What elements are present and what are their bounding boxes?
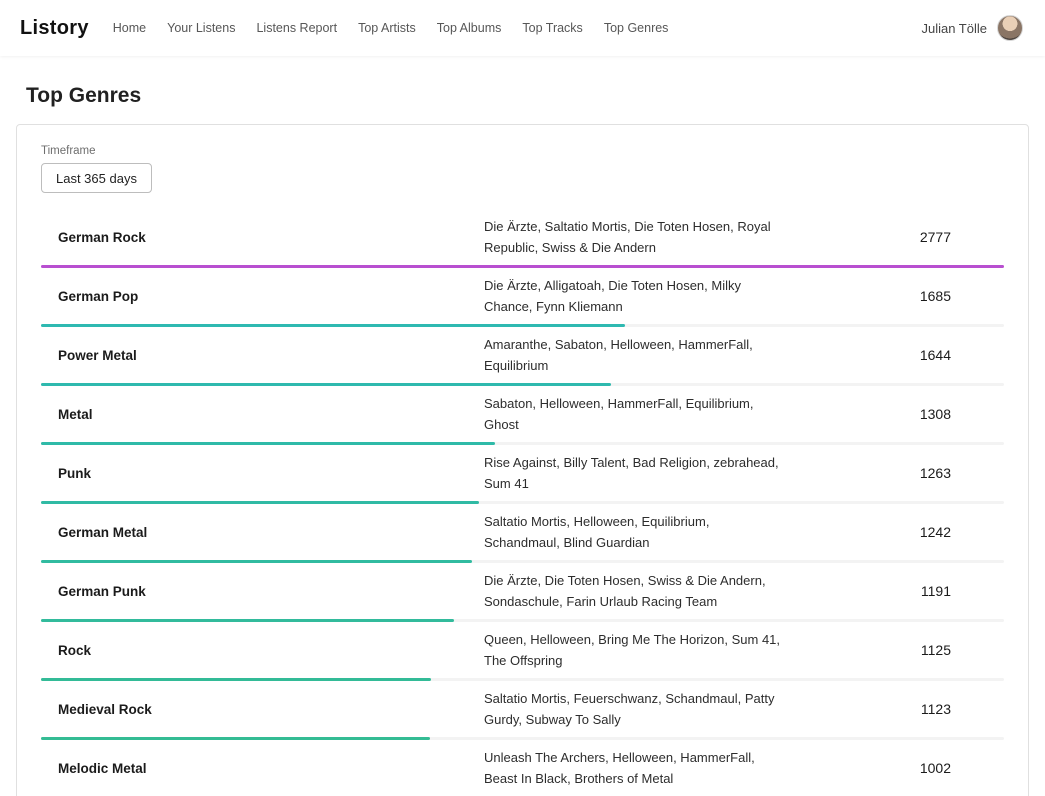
genre-name: German Rock xyxy=(58,230,484,245)
app-header: Listory Home Your Listens Listens Report To… xyxy=(0,0,1045,56)
nav-item-top-genres[interactable]: Top Genres xyxy=(604,21,669,35)
genre-count: 1644 xyxy=(784,347,987,363)
nav-item-top-tracks[interactable]: Top Tracks xyxy=(522,21,582,35)
genre-row: German Punk Die Ärzte, Die Toten Hosen, … xyxy=(41,563,1004,622)
genre-row: German Pop Die Ärzte, Alligatoah, Die To… xyxy=(41,268,1004,327)
timeframe-label: Timeframe xyxy=(41,145,1004,157)
genre-name: Melodic Metal xyxy=(58,761,484,776)
genre-artists: Die Ärzte, Saltatio Mortis, Die Toten Ho… xyxy=(484,216,784,258)
nav-item-top-albums[interactable]: Top Albums xyxy=(437,21,502,35)
genre-row: Metal Sabaton, Helloween, HammerFall, Eq… xyxy=(41,386,1004,445)
app-logo[interactable]: Listory xyxy=(20,17,89,40)
genre-row: Power Metal Amaranthe, Sabaton, Hellowee… xyxy=(41,327,1004,386)
genre-name: German Metal xyxy=(58,525,484,540)
genre-artists: Rise Against, Billy Talent, Bad Religion… xyxy=(484,452,784,494)
genre-artists: Sabaton, Helloween, HammerFall, Equilibr… xyxy=(484,393,784,435)
genre-list: German Rock Die Ärzte, Saltatio Mortis, … xyxy=(41,209,1004,796)
genre-count: 1125 xyxy=(784,642,987,658)
timeframe-select[interactable]: Last 365 days xyxy=(41,163,152,193)
main-nav: Home Your Listens Listens Report Top Artist… xyxy=(113,21,669,35)
genre-count: 2777 xyxy=(784,229,987,245)
genre-artists: Unleash The Archers, Helloween, HammerFa… xyxy=(484,747,784,789)
genre-row: Punk Rise Against, Billy Talent, Bad Rel… xyxy=(41,445,1004,504)
user-name: Julian Tölle xyxy=(921,21,987,36)
nav-item-home[interactable]: Home xyxy=(113,21,146,35)
genre-row: German Rock Die Ärzte, Saltatio Mortis, … xyxy=(41,209,1004,268)
genre-count: 1191 xyxy=(784,583,987,599)
genre-count: 1308 xyxy=(784,406,987,422)
top-genres-card: Timeframe Last 365 days German Rock Die … xyxy=(16,124,1029,796)
genre-artists: Die Ärzte, Die Toten Hosen, Swiss & Die … xyxy=(484,570,784,612)
genre-name: Power Metal xyxy=(58,348,484,363)
genre-name: Punk xyxy=(58,466,484,481)
genre-artists: Saltatio Mortis, Feuerschwanz, Schandmau… xyxy=(484,688,784,730)
genre-count: 1123 xyxy=(784,701,987,717)
genre-name: Rock xyxy=(58,643,484,658)
genre-name: German Pop xyxy=(58,289,484,304)
genre-artists: Amaranthe, Sabaton, Helloween, HammerFal… xyxy=(484,334,784,376)
genre-artists: Queen, Helloween, Bring Me The Horizon, … xyxy=(484,629,784,671)
page-title: Top Genres xyxy=(0,56,1045,124)
genre-name: German Punk xyxy=(58,584,484,599)
genre-artists: Saltatio Mortis, Helloween, Equilibrium,… xyxy=(484,511,784,553)
user-avatar[interactable] xyxy=(997,15,1023,41)
nav-item-top-artists[interactable]: Top Artists xyxy=(358,21,416,35)
genre-row: German Metal Saltatio Mortis, Helloween,… xyxy=(41,504,1004,563)
genre-row: Medieval Rock Saltatio Mortis, Feuerschw… xyxy=(41,681,1004,740)
genre-artists: Die Ärzte, Alligatoah, Die Toten Hosen, … xyxy=(484,275,784,317)
genre-count: 1685 xyxy=(784,288,987,304)
genre-count: 1002 xyxy=(784,760,987,776)
genre-row: Melodic Metal Unleash The Archers, Hello… xyxy=(41,740,1004,796)
genre-count: 1263 xyxy=(784,465,987,481)
nav-item-listens-report[interactable]: Listens Report xyxy=(256,21,337,35)
genre-name: Metal xyxy=(58,407,484,422)
genre-count: 1242 xyxy=(784,524,987,540)
user-menu[interactable]: Julian Tölle xyxy=(921,15,1023,41)
genre-name: Medieval Rock xyxy=(58,702,484,717)
genre-row: Rock Queen, Helloween, Bring Me The Hori… xyxy=(41,622,1004,681)
nav-item-your-listens[interactable]: Your Listens xyxy=(167,21,235,35)
